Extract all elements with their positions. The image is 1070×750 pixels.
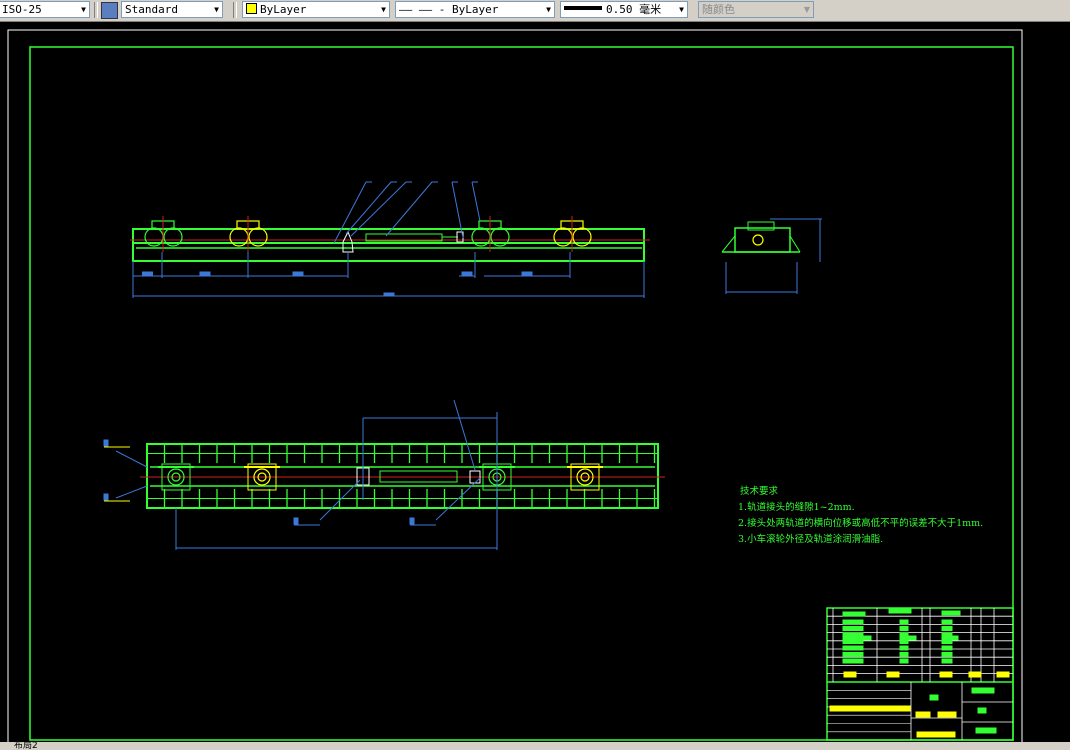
table-cell-text <box>842 658 864 664</box>
linetype-dropdown[interactable]: —— —— - ByLayer ▼ <box>395 1 555 18</box>
separator <box>94 2 98 18</box>
section-mark-icon <box>409 517 415 525</box>
dimension-text <box>383 292 395 297</box>
front-view <box>130 181 650 298</box>
tech-item: 1.轨道接头的缝隙1~2mm. <box>738 502 855 513</box>
table-cell-text <box>899 658 909 664</box>
plotstyle-dropdown: 随颜色 ▼ <box>698 1 814 18</box>
table-cell-text <box>842 626 864 631</box>
table-cell-text <box>941 658 953 664</box>
table-cell-text <box>842 639 864 644</box>
dimension-text <box>461 271 473 276</box>
table-cell-text <box>899 626 909 631</box>
table-cell-text <box>941 610 961 616</box>
separator <box>233 2 237 18</box>
table-cell-text <box>842 619 864 625</box>
drawing-canvas[interactable] <box>0 22 1070 747</box>
tech-item: 2.接头处两轨道的横向位移或高低不平的误差不大于1mm. <box>738 518 984 529</box>
section-mark-icon <box>103 493 109 501</box>
color-swatch-icon <box>246 3 257 14</box>
leader-line <box>471 181 481 222</box>
cad-line <box>721 235 736 253</box>
tab-layout2[interactable]: 布局2 <box>14 742 38 750</box>
dimension-text <box>142 271 153 276</box>
chevron-down-icon: ▼ <box>81 5 86 14</box>
cad-rect <box>747 221 775 231</box>
chevron-down-icon: ▼ <box>381 5 386 14</box>
table-cell-text <box>996 671 1010 678</box>
cad-rect <box>915 711 931 718</box>
leader-line <box>115 485 148 499</box>
cad-rect <box>971 687 995 694</box>
title-block <box>826 607 1014 741</box>
leader-line <box>350 181 407 237</box>
table-cell-text <box>888 608 912 614</box>
leader-line <box>115 450 148 468</box>
lineweight-value: 0.50 毫米 <box>606 3 662 16</box>
cad-rect <box>916 731 956 738</box>
table-cell-text <box>941 626 953 631</box>
textstyle-icon[interactable] <box>101 2 118 19</box>
chevron-down-icon: ▼ <box>803 5 810 14</box>
cad-rect <box>937 711 957 718</box>
table-cell-text <box>941 645 953 651</box>
lineweight-dropdown[interactable]: 0.50 毫米 ▼ <box>560 1 688 18</box>
tech-item: 3.小车滚轮外径及轨道涂润滑油脂. <box>738 534 884 545</box>
table-cell-text <box>899 645 909 651</box>
cad-rect <box>975 727 997 734</box>
table-cell-text <box>842 645 864 651</box>
color-dropdown[interactable]: ByLayer ▼ <box>242 1 390 18</box>
cad-circle <box>752 234 764 246</box>
section-mark-icon <box>293 517 299 525</box>
plan-view <box>103 399 665 550</box>
table-cell-text <box>842 632 864 638</box>
chevron-down-icon: ▼ <box>546 5 551 14</box>
dimension-text <box>199 271 211 276</box>
properties-toolbar: ISO-25 ▼ Standard ▼ ByLayer ▼ —— —— - ByLay… <box>0 0 1070 22</box>
plotstyle-value: 随颜色 <box>702 3 735 16</box>
color-value: ByLayer <box>260 3 307 16</box>
chevron-down-icon: ▼ <box>214 5 219 14</box>
layout-tabs: 布局2 <box>0 742 1070 750</box>
tech-title: 技术要求 <box>740 486 779 497</box>
textstyle-dropdown[interactable]: Standard ▼ <box>121 1 223 18</box>
dimstyle-value: ISO-25 <box>2 3 42 16</box>
table-cell-text <box>886 671 900 678</box>
cad-rect <box>829 705 911 712</box>
table-cell-text <box>899 619 909 625</box>
paper-border <box>7 29 1023 747</box>
side-view <box>721 218 822 294</box>
table-cell-text <box>941 639 953 644</box>
table-cell-text <box>939 671 953 678</box>
cad-line <box>789 235 801 253</box>
table-cell-text <box>899 652 909 657</box>
table-cell-text <box>843 671 857 678</box>
table-cell-text <box>968 671 982 678</box>
leader-line <box>453 399 476 471</box>
technical-requirements: 技术要求 1.轨道接头的缝隙1~2mm. 2.接头处两轨道的横向位移或高低不平的… <box>738 484 983 548</box>
dimension-text <box>521 271 533 276</box>
table-cell-text <box>941 619 953 625</box>
cad-rect <box>977 707 987 714</box>
drawing-svg <box>7 29 1023 747</box>
table-cell-text <box>941 632 953 638</box>
linetype-value: —— —— - ByLayer <box>399 3 499 16</box>
dimstyle-dropdown[interactable]: ISO-25 ▼ <box>0 1 90 18</box>
table-cell-text <box>842 652 864 657</box>
table-cell-text <box>899 632 909 638</box>
table-cell-text <box>842 611 866 617</box>
table-cell-text <box>941 652 953 657</box>
leader-line <box>333 181 367 244</box>
chevron-down-icon: ▼ <box>679 5 684 14</box>
section-mark-icon <box>103 439 109 447</box>
dimension-text <box>292 271 304 276</box>
leader-line <box>385 181 433 237</box>
table-cell-text <box>899 639 909 644</box>
lineweight-sample-icon <box>564 6 602 10</box>
cad-rect <box>929 694 939 701</box>
textstyle-value: Standard <box>125 3 178 16</box>
